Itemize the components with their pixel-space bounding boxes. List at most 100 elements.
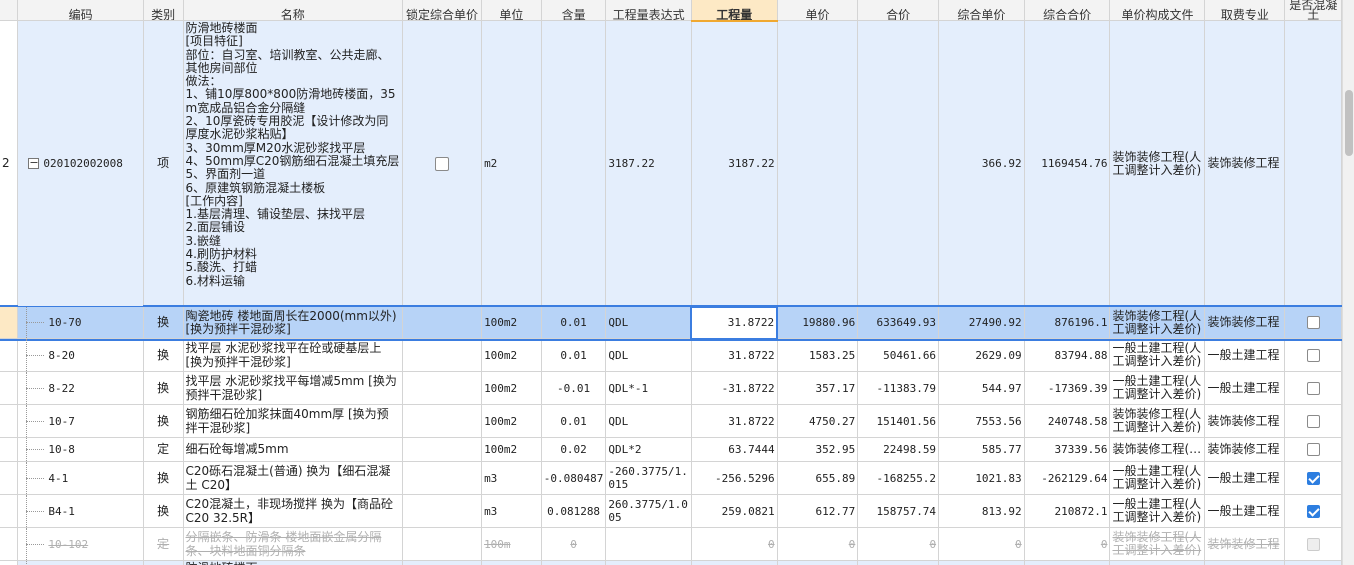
sub-unit-price[interactable]: 4750.27 (777, 404, 859, 438)
sub-qty[interactable]: 259.0821 (691, 494, 778, 528)
concrete-checkbox[interactable] (1306, 443, 1320, 456)
col-fee-major-header[interactable]: 取费专业 (1204, 0, 1286, 21)
sub-comp-total[interactable]: 876196.1 (1024, 306, 1111, 339)
sub-concrete-cell[interactable] (1284, 371, 1342, 405)
sub-total-price[interactable]: -11383.79 (857, 371, 940, 405)
sub-content[interactable]: -0.01 (541, 371, 607, 405)
sub-qty[interactable]: 31.8722 (691, 404, 778, 438)
bill-item-row[interactable]: 防滑地砖楼面 (0, 560, 1342, 565)
sub-concrete-cell[interactable] (1284, 461, 1342, 495)
sub-content[interactable]: 0.01 (541, 306, 607, 339)
sub-qty[interactable]: 63.7444 (691, 437, 778, 462)
sub-total-price[interactable]: -168255.2 (857, 461, 940, 495)
item-comp-total[interactable]: 1169454.76 (1024, 20, 1111, 307)
lock-price-cell[interactable] (402, 20, 483, 307)
sub-comp-unit-price[interactable]: 813.92 (938, 494, 1025, 528)
next-row-cell[interactable] (777, 560, 859, 565)
concrete-checkbox[interactable] (1306, 471, 1320, 485)
sub-item-row[interactable]: 10-102 定分隔嵌条、防滑条 楼地面嵌金属分隔条、块料地面铜分隔条 100m 0 0… (0, 527, 1342, 561)
next-row-cell[interactable] (1024, 560, 1111, 565)
sub-lock-price[interactable] (402, 404, 483, 438)
sub-type[interactable]: 换 (143, 404, 184, 438)
sub-lock-price[interactable] (402, 527, 483, 561)
sub-unit[interactable]: 100m (481, 527, 542, 561)
lock-price-checkbox[interactable] (434, 156, 449, 171)
col-name-header[interactable]: 名称 (183, 0, 403, 21)
sub-concrete-cell[interactable] (1284, 306, 1342, 339)
sub-item-row[interactable]: B4-1 换 C20混凝土，非现场搅拌 换为【商品砼 C20 32.5R】 m3 0.0… (0, 494, 1342, 528)
sub-qty[interactable]: 0 (691, 527, 778, 561)
sub-type[interactable]: 换 (143, 461, 184, 495)
sub-name[interactable]: 找平层 水泥砂浆找平每增减5mm [换为预拌干混砂浆] (183, 371, 403, 405)
scrollbar-thumb[interactable] (1345, 90, 1353, 156)
sub-total-price[interactable]: 158757.74 (857, 494, 940, 528)
sub-item-row[interactable]: 10-7 换钢筋细石砼加浆抹面40mm厚 [换为预拌干混砂浆] 100m2 0.01 Q… (0, 404, 1342, 438)
sub-total-price[interactable]: 633649.93 (857, 306, 940, 339)
sub-expr[interactable]: QDL (605, 404, 692, 438)
sub-unit[interactable]: 100m2 (481, 306, 542, 339)
sub-expr[interactable]: -260.3775/1.015 (605, 461, 692, 495)
sub-name[interactable]: 找平层 水泥砂浆找平在砼或硬基层上 [换为预拌干混砂浆] (183, 338, 403, 372)
sub-type[interactable]: 定 (143, 437, 184, 462)
col-content-header[interactable]: 含量 (541, 0, 607, 21)
sub-expr[interactable]: QDL*-1 (605, 371, 692, 405)
sub-unit[interactable]: 100m2 (481, 338, 542, 372)
sub-comp-unit-price[interactable]: 1021.83 (938, 461, 1025, 495)
next-row-cell[interactable] (857, 560, 940, 565)
next-row-cell[interactable] (143, 560, 184, 565)
sub-qty[interactable]: 31.8722 (691, 338, 778, 372)
sub-total-price[interactable]: 151401.56 (857, 404, 940, 438)
sub-fee-major[interactable]: 一般土建工程 (1204, 461, 1286, 495)
next-row-cell[interactable] (1284, 560, 1342, 565)
sub-name[interactable]: 钢筋细石砼加浆抹面40mm厚 [换为预拌干混砂浆] (183, 404, 403, 438)
next-row-cell[interactable] (1204, 560, 1286, 565)
sub-lock-price[interactable] (402, 461, 483, 495)
sub-qty[interactable]: -256.5296 (691, 461, 778, 495)
sub-unit-price[interactable]: 19880.96 (777, 306, 859, 339)
sub-comp-unit-price[interactable]: 585.77 (938, 437, 1025, 462)
sub-unit[interactable]: m3 (481, 461, 542, 495)
sub-fee-major[interactable]: 装饰装修工程 (1204, 527, 1286, 561)
concrete-checkbox[interactable] (1306, 537, 1320, 551)
sub-content[interactable]: 0.01 (541, 338, 607, 372)
sub-fee-major[interactable]: 装饰装修工程 (1204, 404, 1286, 438)
item-unit-price[interactable] (777, 20, 859, 307)
sub-comp-unit-price[interactable]: 0 (938, 527, 1025, 561)
sub-code-cell[interactable]: 10-7 (17, 404, 144, 438)
sub-name[interactable]: 细石砼每增减5mm (183, 437, 403, 462)
sub-price-file[interactable]: 装饰装修工程(人工调整计入差价) (1109, 306, 1206, 339)
col-comp-unit-price-header[interactable]: 综合单价 (938, 0, 1025, 21)
concrete-checkbox[interactable] (1306, 348, 1320, 362)
sub-name[interactable]: 分隔嵌条、防滑条 楼地面嵌金属分隔条、块料地面铜分隔条 (183, 527, 403, 561)
sub-concrete-cell[interactable] (1284, 404, 1342, 438)
item-comp-unit-price[interactable]: 366.92 (938, 20, 1025, 307)
sub-lock-price[interactable] (402, 306, 483, 339)
sub-code-cell[interactable]: B4-1 (17, 494, 144, 528)
bill-item-row[interactable]: 2 −020102002008 项 防滑地砖楼面 [项目特征] 部位：自习室、培训教… (0, 20, 1342, 307)
sub-concrete-cell[interactable] (1284, 437, 1342, 462)
item-name-cell[interactable]: 防滑地砖楼面 (183, 560, 403, 565)
sub-unit-price[interactable]: 352.95 (777, 437, 859, 462)
sub-code-cell[interactable]: 10-102 (17, 527, 144, 561)
item-concrete[interactable] (1284, 20, 1342, 307)
sub-type[interactable]: 定 (143, 527, 184, 561)
sub-concrete-cell[interactable] (1284, 527, 1342, 561)
sub-comp-total[interactable]: -17369.39 (1024, 371, 1111, 405)
sub-content[interactable]: 0 (541, 527, 607, 561)
col-concrete-header[interactable]: 是否混凝土 (1284, 0, 1342, 21)
sub-unit-price[interactable]: 357.17 (777, 371, 859, 405)
sub-type[interactable]: 换 (143, 494, 184, 528)
sub-price-file[interactable]: 一般土建工程(人工调整计入差价) (1109, 494, 1206, 528)
sub-price-file[interactable]: 装饰装修工程(人工调整计入差价) (1109, 404, 1206, 438)
sub-expr[interactable] (605, 527, 692, 561)
item-qty[interactable]: 3187.22 (691, 20, 778, 307)
sub-expr[interactable]: QDL*2 (605, 437, 692, 462)
next-row-cell[interactable] (1109, 560, 1206, 565)
sub-item-row[interactable]: 10-8 定细石砼每增减5mm 100m2 0.02 QDL*2 63.7444 352.9… (0, 437, 1342, 462)
item-total-price[interactable] (857, 20, 940, 307)
col-type-header[interactable]: 类别 (143, 0, 184, 21)
sub-qty[interactable]: 31.8722 (690, 305, 779, 340)
sub-fee-major[interactable]: 一般土建工程 (1204, 494, 1286, 528)
sub-lock-price[interactable] (402, 371, 483, 405)
sub-code-cell[interactable]: 10-8 (17, 437, 144, 462)
